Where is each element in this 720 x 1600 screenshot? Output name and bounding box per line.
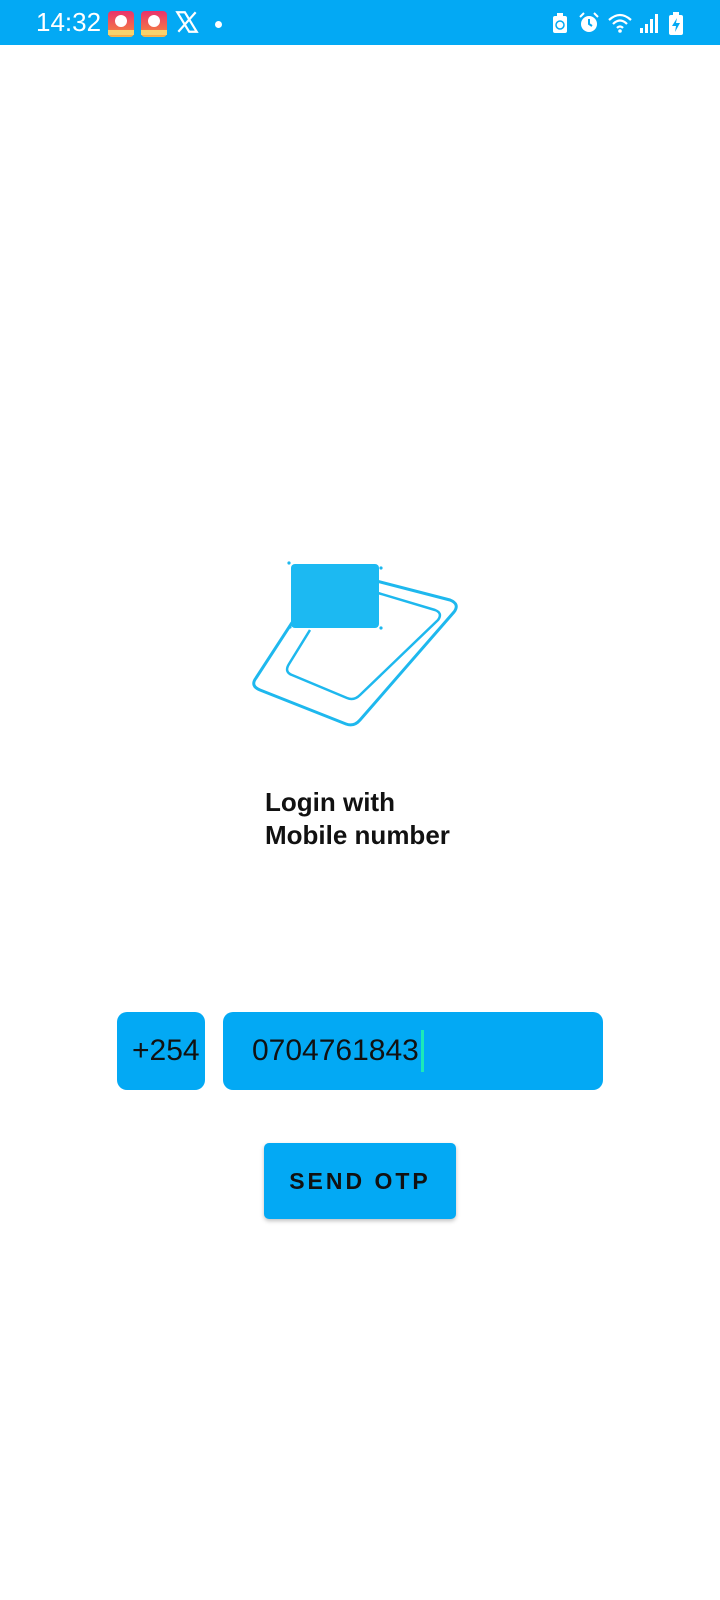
country-code-field[interactable]: +254 bbox=[117, 1012, 205, 1090]
alarm-icon bbox=[579, 12, 599, 32]
battery-charging-icon bbox=[669, 12, 683, 35]
battery-saver-icon bbox=[553, 13, 567, 33]
karaoke-app-icon bbox=[141, 11, 167, 37]
title-line-2: Mobile number bbox=[265, 820, 450, 850]
dot-icon bbox=[215, 21, 222, 28]
country-code-value: +254 bbox=[132, 1034, 200, 1067]
phone-sim-illustration-icon bbox=[252, 561, 458, 727]
page-title: Login with Mobile number bbox=[265, 786, 525, 852]
wifi-icon bbox=[608, 13, 632, 33]
x-icon bbox=[175, 11, 199, 33]
signal-icon bbox=[640, 14, 658, 33]
text-caret bbox=[420, 1030, 424, 1072]
send-otp-button[interactable]: SEND OTP bbox=[264, 1143, 456, 1219]
karaoke-app-icon bbox=[108, 11, 134, 37]
title-line-1: Login with bbox=[265, 787, 395, 817]
status-bar: 14:32 bbox=[0, 0, 720, 45]
status-time: 14:32 bbox=[36, 7, 102, 37]
phone-number-input[interactable]: 0704761843 bbox=[223, 1012, 603, 1090]
phone-number-value: 0704761843 bbox=[252, 1034, 419, 1067]
